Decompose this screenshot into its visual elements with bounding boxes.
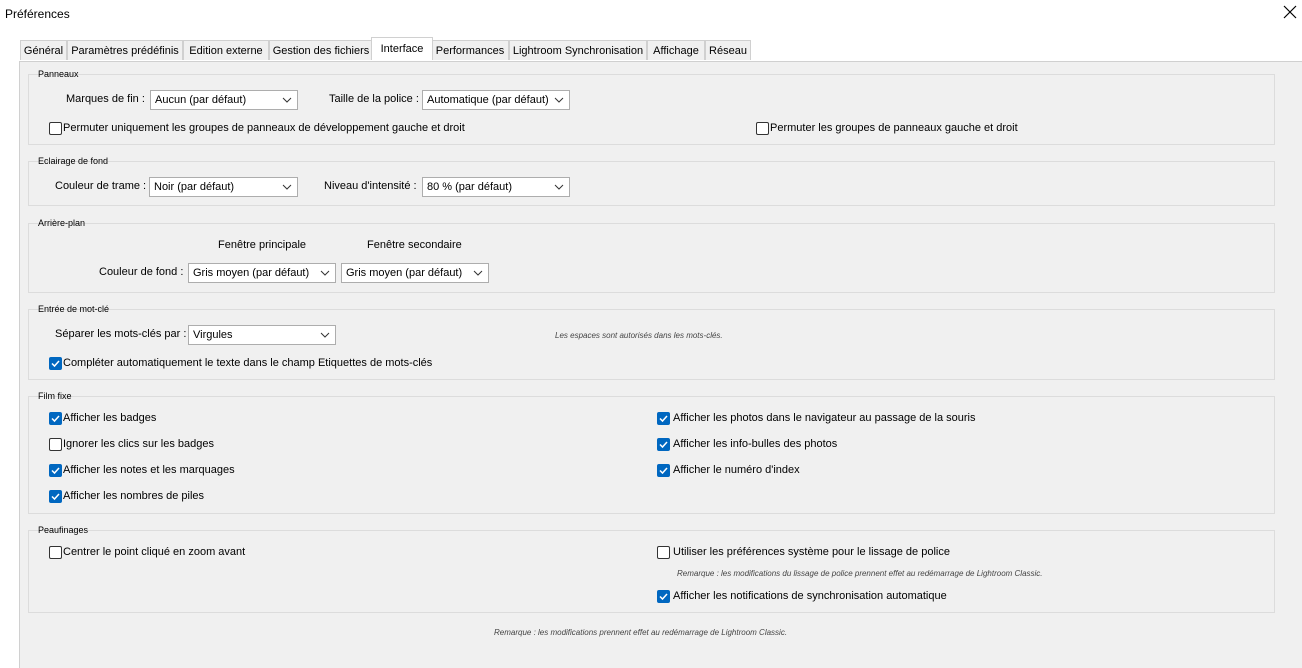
chevron-down-icon — [319, 265, 331, 281]
taille-select[interactable]: Automatique (par défaut) — [422, 90, 570, 110]
tab-parametres-predefinis[interactable]: Paramètres prédéfinis — [67, 40, 183, 60]
separer-select[interactable]: Virgules — [188, 325, 336, 345]
ignorer-clics-label: Ignorer les clics sur les badges — [63, 438, 215, 450]
marques-select[interactable]: Aucun (par défaut) — [150, 90, 298, 110]
permuter-dev-checkbox[interactable] — [49, 122, 62, 135]
tab-edition-externe[interactable]: Edition externe — [183, 40, 269, 60]
niveau-value: 80 % (par défaut) — [427, 181, 512, 193]
couleur-trame-label: Couleur de trame : — [55, 180, 147, 192]
afficher-info-bulles-label: Afficher les info-bulles des photos — [673, 438, 838, 450]
permuter-dev-label: Permuter uniquement les groupes de panne… — [63, 122, 465, 134]
separer-value: Virgules — [193, 329, 233, 341]
checkmark-icon — [51, 493, 60, 501]
chevron-down-icon — [553, 92, 565, 108]
mot-cle-note: Les espaces sont autorisés dans les mots… — [555, 331, 723, 340]
afficher-badges-label: Afficher les badges — [63, 412, 157, 424]
permuter-checkbox[interactable] — [756, 122, 769, 135]
checkmark-icon — [659, 467, 668, 475]
footer-note: Remarque : les modifications prennent ef… — [494, 628, 788, 637]
couleur-fond-secondaire-select[interactable]: Gris moyen (par défaut) — [341, 263, 489, 283]
group-title-panneaux: Panneaux — [38, 69, 79, 79]
couleur-fond-principale-select[interactable]: Gris moyen (par défaut) — [188, 263, 336, 283]
group-title-peaufinages: Peaufinages — [38, 525, 89, 535]
couleur-trame-select[interactable]: Noir (par défaut) — [149, 177, 298, 197]
group-title-film-fixe: Film fixe — [38, 391, 72, 401]
window-title: Préférences — [5, 7, 70, 21]
tab-interface[interactable]: Interface — [371, 37, 433, 60]
niveau-select[interactable]: 80 % (par défaut) — [422, 177, 570, 197]
completer-checkbox[interactable] — [49, 357, 62, 370]
checkmark-icon — [51, 415, 60, 423]
group-title-mot-cle: Entrée de mot-clé — [38, 304, 110, 314]
chevron-down-icon — [281, 179, 293, 195]
marques-value: Aucun (par défaut) — [155, 94, 247, 106]
notifications-sync-label: Afficher les notifications de synchronis… — [673, 590, 947, 602]
group-title-eclairage: Eclairage de fond — [38, 156, 109, 166]
afficher-photos-navigateur-checkbox[interactable] — [657, 412, 670, 425]
group-peaufinages — [28, 530, 1275, 613]
notifications-sync-checkbox[interactable] — [657, 590, 670, 603]
afficher-numero-index-label: Afficher le numéro d'index — [673, 464, 800, 476]
permuter-label: Permuter les groupes de panneaux gauche … — [770, 122, 1018, 134]
afficher-notes-label: Afficher les notes et les marquages — [63, 464, 235, 476]
group-film-fixe — [28, 396, 1275, 514]
taille-label: Taille de la police : — [329, 93, 419, 105]
couleur-fond-principale-value: Gris moyen (par défaut) — [193, 267, 310, 279]
chevron-down-icon — [319, 327, 331, 343]
fenetre-secondaire-label: Fenêtre secondaire — [367, 239, 462, 251]
taille-value: Automatique (par défaut) — [427, 94, 549, 106]
afficher-piles-label: Afficher les nombres de piles — [63, 490, 205, 502]
afficher-info-bulles-checkbox[interactable] — [657, 438, 670, 451]
chevron-down-icon — [281, 92, 293, 108]
couleur-fond-secondaire-value: Gris moyen (par défaut) — [346, 267, 463, 279]
lissage-label: Utiliser les préférences système pour le… — [673, 546, 950, 558]
niveau-label: Niveau d'intensité : — [324, 180, 417, 192]
close-icon[interactable] — [1281, 3, 1299, 21]
centrer-label: Centrer le point cliqué en zoom avant — [63, 546, 246, 558]
afficher-badges-checkbox[interactable] — [49, 412, 62, 425]
afficher-photos-navigateur-label: Afficher les photos dans le navigateur a… — [673, 412, 976, 424]
separer-label: Séparer les mots-clés par : — [55, 328, 187, 340]
group-title-arriere-plan: Arrière-plan — [38, 218, 86, 228]
completer-label: Compléter automatiquement le texte dans … — [63, 357, 433, 369]
tab-gestion-fichiers[interactable]: Gestion des fichiers — [269, 40, 373, 60]
tab-reseau[interactable]: Réseau — [705, 40, 751, 60]
centrer-checkbox[interactable] — [49, 546, 62, 559]
checkmark-icon — [659, 593, 668, 601]
lissage-checkbox[interactable] — [657, 546, 670, 559]
tab-general[interactable]: Général — [20, 40, 67, 60]
checkmark-icon — [659, 415, 668, 423]
checkmark-icon — [51, 467, 60, 475]
chevron-down-icon — [472, 265, 484, 281]
couleur-fond-label: Couleur de fond : — [99, 266, 184, 278]
couleur-trame-value: Noir (par défaut) — [154, 181, 235, 193]
afficher-numero-index-checkbox[interactable] — [657, 464, 670, 477]
ignorer-clics-checkbox[interactable] — [49, 438, 62, 451]
tab-affichage[interactable]: Affichage — [647, 40, 705, 60]
checkmark-icon — [659, 441, 668, 449]
afficher-piles-checkbox[interactable] — [49, 490, 62, 503]
tab-performances[interactable]: Performances — [431, 40, 509, 60]
lissage-note: Remarque : les modifications du lissage … — [677, 569, 1043, 578]
chevron-down-icon — [553, 179, 565, 195]
afficher-notes-checkbox[interactable] — [49, 464, 62, 477]
tab-lightroom-synchronisation[interactable]: Lightroom Synchronisation — [509, 40, 647, 60]
checkmark-icon — [51, 360, 60, 368]
fenetre-principale-label: Fenêtre principale — [218, 239, 307, 251]
marques-label: Marques de fin : — [66, 93, 145, 105]
